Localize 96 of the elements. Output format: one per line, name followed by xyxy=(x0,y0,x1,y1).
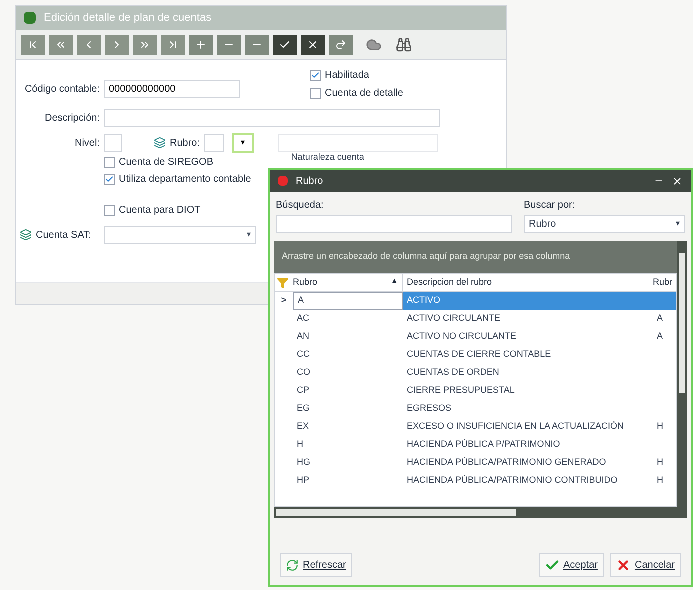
level-field[interactable] xyxy=(104,134,122,152)
table-cell-text: EX xyxy=(296,420,310,434)
checkbox-label: Utiliza departamento contable xyxy=(119,173,252,187)
field-label: Buscar por: xyxy=(524,199,576,213)
table-cell: A xyxy=(293,292,403,310)
checkbox[interactable] xyxy=(104,174,115,185)
checkbox-label: Cuenta de SIREGOB xyxy=(119,156,214,170)
table-cell-text: ACTIVO CIRCULANTE xyxy=(406,312,502,326)
table-row[interactable]: H HACIENDA PÚBLICA P/PATRIMONIO xyxy=(275,436,676,454)
field-label: Descripción: xyxy=(44,112,100,126)
window-title: Edición detalle de plan de cuentas xyxy=(44,10,212,26)
field-label: Rubro: xyxy=(170,136,200,150)
field-label: Nivel: xyxy=(74,136,100,150)
sat-dropdown[interactable]: ▾ xyxy=(104,226,256,244)
table-row[interactable]: > A ACTIVO xyxy=(275,292,676,310)
check-icon xyxy=(311,71,320,80)
check-icon xyxy=(279,38,291,50)
refresh-icon xyxy=(286,558,299,572)
close-icon xyxy=(616,558,631,572)
group-hint: Arrastre un encabezado de columna aquí para agrupar por esa columna xyxy=(282,250,570,264)
redo-icon xyxy=(335,38,347,50)
checkbox[interactable] xyxy=(104,157,115,168)
table-cell-text: ACTIVO NO CIRCULANTE xyxy=(406,330,518,344)
table-cell-text: CC xyxy=(296,348,311,362)
table-row[interactable]: CO CUENTAS DE ORDEN xyxy=(275,364,676,382)
horizontal-scrollbar[interactable] xyxy=(274,507,678,518)
table-cell-text: H xyxy=(656,420,664,434)
table-row[interactable]: HP HACIENDA PÚBLICA/PATRIMONIO CONTRIBUIDO H xyxy=(275,472,676,490)
description-field[interactable] xyxy=(104,109,440,127)
filter-icon[interactable] xyxy=(277,276,289,288)
table-cell-text: EGRESOS xyxy=(406,402,453,416)
row-indicator: > xyxy=(281,294,287,308)
close-icon[interactable] xyxy=(672,176,683,186)
field-label: Código contable: xyxy=(24,82,100,96)
table-cell-text: A xyxy=(656,330,664,344)
table-cell-text: EXCESO O INSUFICIENCIA EN LA ACTUALIZACIÓN xyxy=(406,420,626,434)
table-cell-text: HG xyxy=(296,456,312,470)
table-row[interactable]: CP CIERRE PRESUPUESTAL xyxy=(275,382,676,400)
table-row[interactable]: AC ACTIVO CIRCULANTE A xyxy=(275,310,676,328)
rubro-field[interactable] xyxy=(204,134,224,152)
plus-icon xyxy=(195,38,207,50)
app-icon xyxy=(24,12,36,24)
table-cell-text: CUENTAS DE CIERRE CONTABLE xyxy=(406,348,552,362)
dropdown-button[interactable]: ▾ xyxy=(232,133,254,153)
table-cell-text: HACIENDA PÚBLICA/PATRIMONIO GENERADO xyxy=(406,456,608,470)
app-icon xyxy=(278,176,288,186)
table-row[interactable]: EX EXCESO O INSUFICIENCIA EN LA ACTUALIZACIÓN H xyxy=(275,418,676,436)
column-header[interactable]: Descripcion del rubro xyxy=(403,274,653,291)
field-label: Naturaleza cuenta xyxy=(291,153,364,163)
refresh-button[interactable]: Refrescar xyxy=(280,553,352,577)
table-cell-text: A xyxy=(656,312,664,326)
code-field[interactable]: 000000000000 xyxy=(104,80,240,98)
table-cell-text: CP xyxy=(296,384,311,398)
table-icon xyxy=(154,137,166,149)
field-label: Búsqueda: xyxy=(276,199,325,213)
vertical-scrollbar[interactable] xyxy=(677,241,687,518)
check-icon xyxy=(544,558,560,572)
dialog-title: Rubro xyxy=(296,174,324,188)
checkbox[interactable] xyxy=(104,205,115,216)
field-label: Cuenta SAT: xyxy=(36,228,92,242)
table-cell-text: H xyxy=(656,474,664,488)
cancel-button[interactable]: Cancelar xyxy=(610,553,681,577)
toolbar-button[interactable] xyxy=(273,34,297,54)
table-cell-text: HP xyxy=(296,474,311,488)
table-cell-text: H xyxy=(656,456,664,470)
table-cell-text: CUENTAS DE ORDEN xyxy=(406,366,500,380)
checkbox[interactable] xyxy=(310,88,321,99)
table-cell: ACTIVO xyxy=(403,292,653,310)
checkbox-label: Cuenta de detalle xyxy=(325,87,404,101)
table-row[interactable]: HG HACIENDA PÚBLICA/PATRIMONIO GENERADO H xyxy=(275,454,676,472)
table-row[interactable]: AN ACTIVO NO CIRCULANTE A xyxy=(275,328,676,346)
table-row[interactable]: EG EGRESOS xyxy=(275,400,676,418)
accept-button[interactable]: Aceptar xyxy=(538,553,604,577)
close-icon xyxy=(307,38,319,50)
checkbox-label: Habilitada xyxy=(325,69,370,83)
toolbar-button[interactable] xyxy=(301,34,325,54)
table-cell-text: H xyxy=(296,438,304,452)
last-icon xyxy=(167,38,179,50)
check-icon xyxy=(105,175,114,184)
binoculars-icon xyxy=(396,36,412,52)
search-field[interactable] xyxy=(276,215,512,233)
table-cell-text: EG xyxy=(296,402,312,416)
table-row[interactable]: CC CUENTAS DE CIERRE CONTABLE xyxy=(275,346,676,364)
table-cell-text: CO xyxy=(296,366,312,380)
column-header[interactable]: Rubr xyxy=(653,274,676,291)
search-by-dropdown[interactable]: Rubro ▾ xyxy=(524,215,685,233)
checkbox-label: Cuenta para DIOT xyxy=(119,204,201,218)
table-cell-text: AC xyxy=(296,312,311,326)
table-cell-text: AN xyxy=(296,330,311,344)
checkbox[interactable] xyxy=(310,70,321,81)
table-cell-text: CIERRE PRESUPUESTAL xyxy=(406,384,516,398)
table-cell-text: HACIENDA PÚBLICA/PATRIMONIO CONTRIBUIDO xyxy=(406,474,619,488)
table-cell-text: HACIENDA PÚBLICA P/PATRIMONIO xyxy=(406,438,562,452)
cloud-icon xyxy=(366,36,382,52)
first-icon xyxy=(27,38,39,50)
table-icon xyxy=(20,229,32,241)
